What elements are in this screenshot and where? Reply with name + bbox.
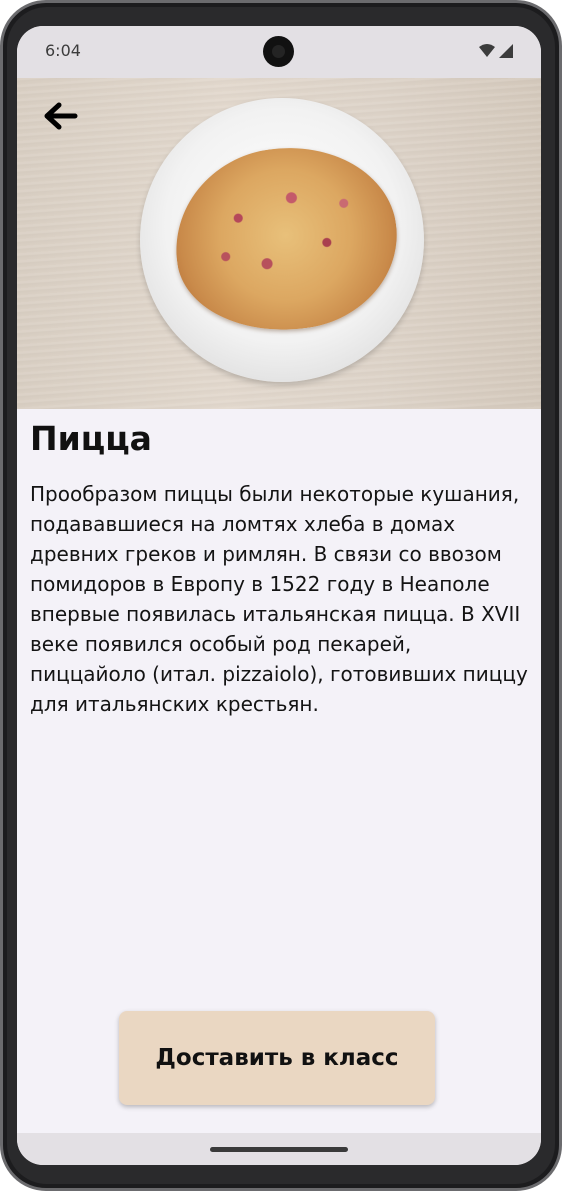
dish-hero-image: [17, 78, 541, 409]
wifi-icon: [479, 44, 495, 57]
arrow-left-icon: [44, 102, 78, 130]
back-button[interactable]: [39, 96, 83, 136]
status-bar: 6:04: [17, 26, 541, 78]
navigation-bar: [17, 1133, 541, 1165]
app-screen: 6:04 Пицца Прообразом пиццы были некотор…: [17, 26, 541, 1165]
status-time: 6:04: [45, 41, 81, 60]
home-gesture-handle[interactable]: [210, 1147, 348, 1152]
dish-description: Прообразом пиццы были некоторые кушания,…: [30, 482, 528, 716]
signal-icon: [499, 44, 513, 58]
status-icons: [477, 42, 517, 60]
front-camera: [263, 36, 294, 67]
dish-title: Пицца: [30, 419, 152, 458]
deliver-to-class-button[interactable]: Доставить в класс: [119, 1011, 435, 1105]
